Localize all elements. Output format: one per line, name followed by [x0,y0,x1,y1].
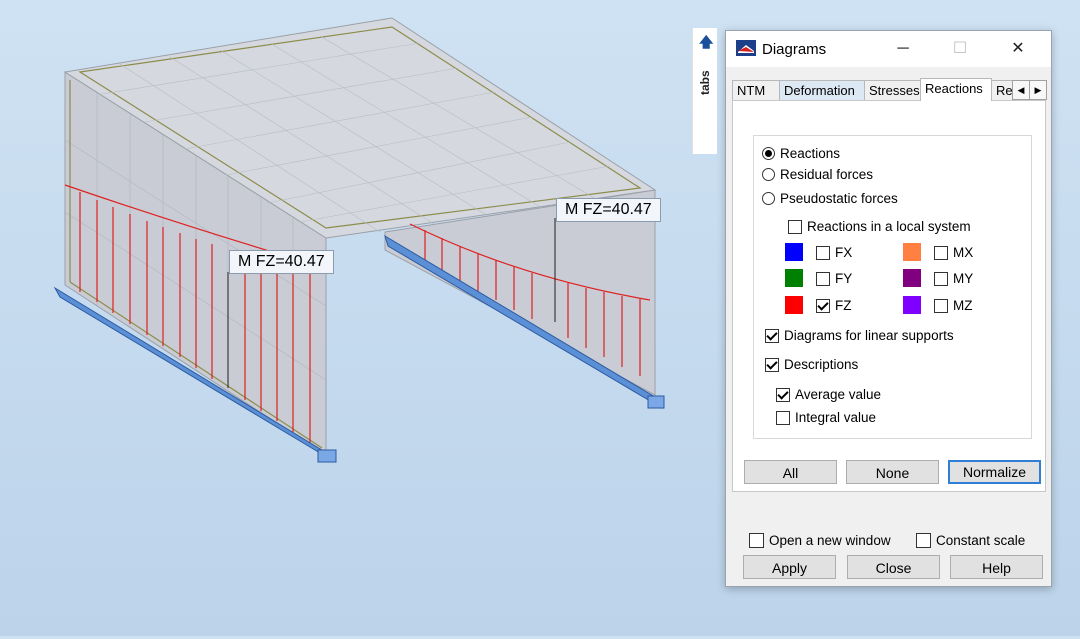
tab-reactions[interactable]: Reactions [920,78,992,101]
fx-color-swatch[interactable] [785,243,803,261]
tab-stresses[interactable]: Stresses [864,80,924,101]
tab-ntm[interactable]: NTM [732,80,780,101]
tab-deformation[interactable]: Deformation [779,80,865,101]
normalize-button[interactable]: Normalize [948,460,1041,484]
title-bar[interactable]: Diagrams ─ ☐ ✕ [726,31,1051,67]
radio-reactions[interactable]: Reactions [762,146,840,161]
help-button[interactable]: Help [950,555,1043,579]
average-value-checkbox[interactable]: Average value [776,387,881,402]
close-window-button[interactable]: ✕ [996,35,1040,63]
radio-button[interactable] [762,168,775,181]
checkbox-label: Open a new window [769,533,891,548]
mx-checkbox[interactable]: MX [934,245,973,260]
close-button[interactable]: Close [847,555,940,579]
checkbox-label: Diagrams for linear supports [784,328,954,343]
fy-color-swatch[interactable] [785,269,803,287]
maximize-button[interactable]: ☐ [938,35,982,63]
dialog-title: Diagrams [762,41,827,58]
checkbox[interactable] [776,387,790,402]
fx-checkbox[interactable]: FX [816,245,852,260]
all-button[interactable]: All [744,460,837,484]
checkbox[interactable] [934,245,948,260]
mz-color-swatch[interactable] [903,296,921,314]
options-group: Reactions Residual forces Pseudostatic f… [753,135,1032,439]
arrow-up-icon[interactable]: 🡅 [699,32,713,56]
radio-button[interactable] [762,192,775,205]
checkbox[interactable] [934,271,948,286]
radio-label: Reactions [780,146,841,161]
tab-scroll-right-icon[interactable]: ▶ [1029,80,1047,100]
model-viewport[interactable]: M FZ=40.47 M FZ=40.47 [0,0,690,636]
checkbox-label: MZ [953,298,973,313]
mz-checkbox[interactable]: MZ [934,298,973,313]
radio-residual-forces[interactable]: Residual forces [762,167,873,182]
tab-strip: NTM Deformation Stresses Reactions Rei ◀… [732,78,1047,101]
reaction-label: M FZ=40.47 [556,198,661,222]
checkbox[interactable] [765,328,779,343]
checkbox-label: MX [953,245,974,260]
fz-checkbox[interactable]: FZ [816,298,852,313]
checkbox[interactable] [816,245,830,260]
my-checkbox[interactable]: MY [934,271,973,286]
none-button[interactable]: None [846,460,939,484]
my-color-swatch[interactable] [903,269,921,287]
checkbox-label: Integral value [795,410,877,425]
checkbox-label: MY [953,271,974,286]
radio-pseudostatic-forces[interactable]: Pseudostatic forces [762,191,898,206]
tab-scroll-left-icon[interactable]: ◀ [1012,80,1030,100]
checkbox[interactable] [916,533,931,548]
checkbox[interactable] [816,271,830,286]
apply-button[interactable]: Apply [743,555,836,579]
checkbox[interactable] [934,298,948,313]
checkbox-label: Constant scale [936,533,1026,548]
checkbox-label: Reactions in a local system [807,219,971,234]
checkbox[interactable] [788,219,802,234]
integral-value-checkbox[interactable]: Integral value [776,410,876,425]
checkbox[interactable] [765,357,779,372]
open-new-window-checkbox[interactable]: Open a new window [749,533,891,548]
local-system-checkbox[interactable]: Reactions in a local system [788,219,971,234]
reaction-label: M FZ=40.47 [229,250,334,274]
checkbox-label: Descriptions [784,357,859,372]
structure-model [53,17,665,463]
checkbox-label: FZ [835,298,852,313]
mx-color-swatch[interactable] [903,243,921,261]
tabs-label[interactable]: tabs [698,70,712,95]
minimize-button[interactable]: ─ [881,35,925,63]
checkbox-label: Average value [795,387,882,402]
checkbox[interactable] [749,533,764,548]
radio-label: Residual forces [780,167,874,182]
constant-scale-checkbox[interactable]: Constant scale [916,533,1025,548]
checkbox[interactable] [776,410,790,425]
checkbox[interactable] [816,298,830,313]
reactions-panel: Reactions Residual forces Pseudostatic f… [732,100,1046,492]
fy-checkbox[interactable]: FY [816,271,852,286]
checkbox-label: FX [835,245,853,260]
linear-supports-checkbox[interactable]: Diagrams for linear supports [765,328,954,343]
tabs-panel[interactable]: 🡅 tabs [692,28,717,154]
diagrams-dialog: Diagrams ─ ☐ ✕ NTM Deformation Stresses … [725,30,1052,587]
app-icon [736,40,756,56]
checkbox-label: FY [835,271,853,286]
radio-label: Pseudostatic forces [780,191,898,206]
descriptions-checkbox[interactable]: Descriptions [765,357,858,372]
fz-color-swatch[interactable] [785,296,803,314]
radio-button[interactable] [762,147,775,160]
